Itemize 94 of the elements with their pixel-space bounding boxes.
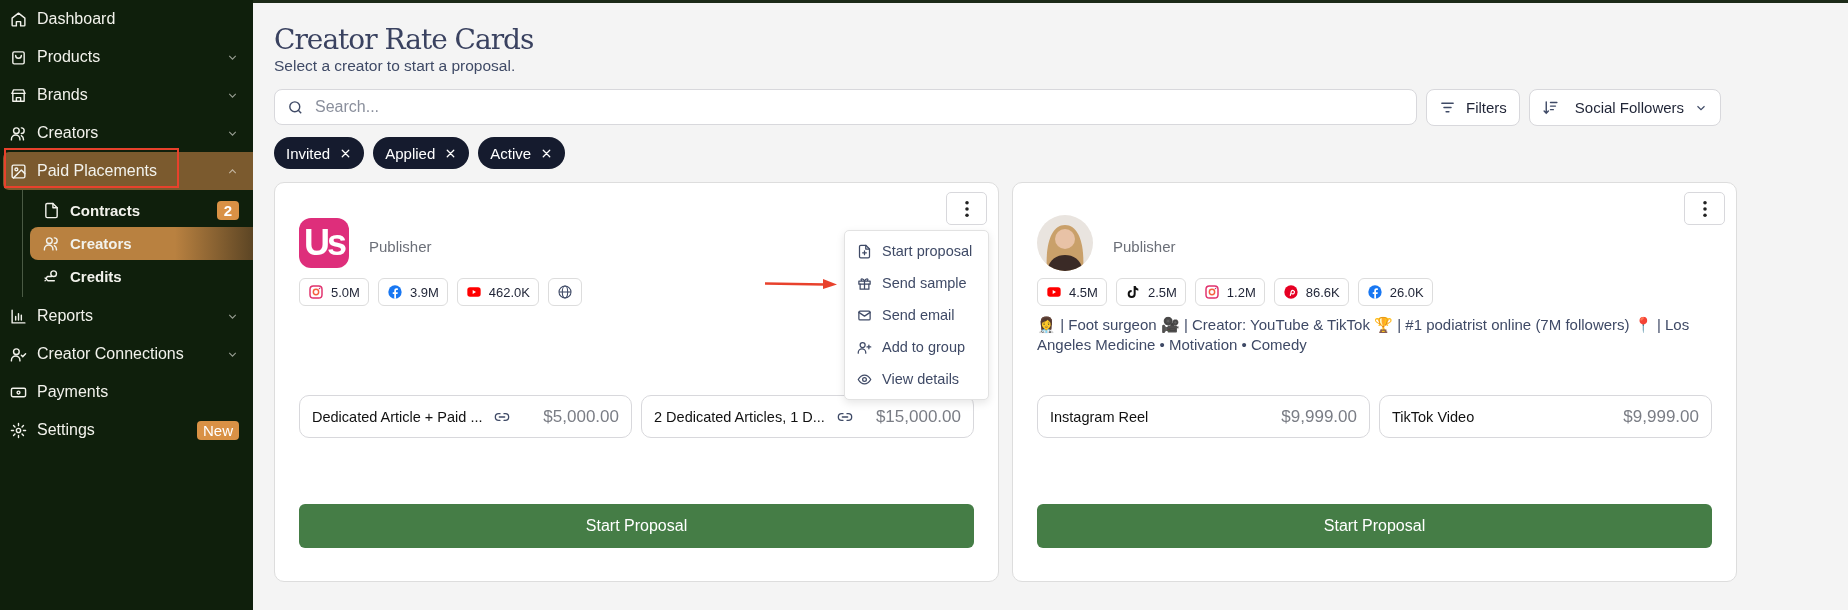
sort-icon [1541, 99, 1559, 116]
rate-item[interactable]: 2 Dedicated Articles, 1 D... $15,000.00 [641, 395, 974, 438]
menu-item[interactable]: View details [845, 363, 988, 395]
social-stat[interactable]: 5.0M [299, 278, 369, 306]
users-icon [43, 235, 60, 252]
nav-label: Payments [37, 383, 110, 401]
instagram-icon [308, 284, 324, 300]
nav-item[interactable]: Creators [0, 114, 253, 152]
rate-item[interactable]: TikTok Video $9,999.00 [1379, 395, 1712, 438]
user-plus-icon [857, 339, 872, 355]
social-stat[interactable]: 4.5M [1037, 278, 1107, 306]
count-badge: 2 [216, 201, 239, 220]
user-check-icon [10, 345, 27, 363]
social-stat[interactable]: 3.9M [377, 278, 448, 306]
chip-label: Applied [385, 144, 436, 162]
more-icon [1702, 200, 1707, 217]
annotation-arrow [765, 278, 837, 290]
social-stat[interactable]: 462.0K [456, 278, 539, 306]
nav-label: Creators [70, 235, 133, 252]
chip-label: Invited [286, 144, 331, 162]
facebook-icon [1366, 284, 1383, 300]
filters-button[interactable]: Filters [1426, 89, 1520, 126]
new-badge: New [197, 420, 239, 440]
bar-chart-icon [10, 307, 27, 325]
nav-label: Brands [37, 86, 89, 104]
creator-bio: 👩‍⚕ | Foot surgeon 🎥 | Creator: YouTube & TikTok 🏆 | #1 podiatrist online (7M followers) 📍 | Los Angeles Medicine • Motivation • Comedy [1037, 315, 1691, 355]
page-subtitle: Select a creator to start a proposal. [274, 57, 517, 75]
globe-icon [557, 284, 573, 300]
creator-type: Publisher [369, 237, 432, 255]
users-icon [10, 124, 27, 142]
nav-label: Paid Placements [37, 162, 159, 180]
nav-item[interactable]: Brands [0, 76, 253, 114]
rate-item[interactable]: Instagram Reel $9,999.00 [1037, 395, 1370, 438]
menu-item[interactable]: Send sample [845, 267, 988, 299]
nav-label: Contracts [70, 202, 141, 219]
chip-label: Active [490, 144, 532, 162]
more-button[interactable] [1684, 192, 1725, 225]
store-icon [10, 86, 27, 104]
nav-subitem[interactable]: Credits [30, 260, 253, 293]
nav-label: Reports [37, 307, 95, 325]
nav-label: Credits [70, 268, 123, 285]
nav-item[interactable]: Products [0, 38, 253, 76]
instagram-icon [1203, 284, 1220, 300]
nav-label: Creators [37, 124, 100, 142]
menu-item[interactable]: Start proposal [845, 235, 988, 267]
social-stat[interactable]: 86.6K [1273, 278, 1349, 306]
page-title: Creator Rate Cards [274, 23, 535, 57]
start-proposal-button[interactable]: Start Proposal [299, 504, 974, 548]
social-stat[interactable]: 2.5M [1115, 278, 1186, 306]
facebook-icon [386, 284, 403, 300]
nav-item[interactable]: Dashboard [0, 0, 253, 38]
rate-price: $9,999.00 [1281, 406, 1357, 427]
rate-name: TikTok Video [1392, 408, 1475, 425]
search-field[interactable]: Search... [274, 89, 1417, 125]
mail-icon [857, 307, 872, 323]
rate-name: Dedicated Article + Paid ... [312, 408, 483, 425]
gear-icon [10, 421, 27, 439]
more-button[interactable] [946, 192, 987, 225]
pinterest-icon [1282, 284, 1299, 300]
nav-subitem[interactable]: Contracts 2 [30, 194, 253, 227]
nav-item[interactable]: Payments [0, 373, 253, 411]
rate-name: 2 Dedicated Articles, 1 D... [654, 408, 825, 425]
nav-item[interactable]: Settings New [0, 411, 253, 449]
bag-icon [10, 48, 27, 66]
menu-item[interactable]: Add to group [845, 331, 988, 363]
nav-item[interactable]: Reports [0, 297, 253, 335]
youtube-icon [1046, 284, 1062, 300]
more-icon [964, 200, 969, 217]
start-proposal-button[interactable]: Start Proposal [1037, 504, 1712, 548]
rate-item[interactable]: Dedicated Article + Paid ... $5,000.00 [299, 395, 632, 438]
image-icon [10, 162, 27, 180]
youtube-icon [465, 284, 482, 300]
creator-type: Publisher [1113, 237, 1176, 255]
rate-name: Instagram Reel [1050, 408, 1149, 425]
home-icon [10, 10, 27, 28]
eye-icon [857, 371, 872, 387]
social-stat[interactable]: 26.0K [1357, 278, 1433, 306]
publisher-logo: Us [299, 218, 349, 268]
nav-label: Dashboard [37, 10, 117, 28]
nav-item[interactable]: Creator Connections [0, 335, 253, 373]
file-plus-icon [857, 243, 872, 259]
rate-price: $15,000.00 [875, 406, 961, 427]
sort-dropdown[interactable]: Social Followers [1528, 89, 1721, 126]
social-stat[interactable]: 1.2M [1194, 278, 1265, 306]
rate-price: $5,000.00 [543, 406, 619, 427]
social-stat[interactable] [548, 278, 582, 306]
nav-label: Products [37, 48, 102, 66]
nav-label: Settings [37, 421, 96, 439]
rate-price: $9,999.00 [1623, 406, 1699, 427]
gift-icon [857, 275, 872, 291]
nav-label: Creator Connections [37, 345, 185, 363]
menu-item[interactable]: Send email [845, 299, 988, 331]
document-icon [43, 202, 60, 219]
search-icon [287, 99, 304, 116]
